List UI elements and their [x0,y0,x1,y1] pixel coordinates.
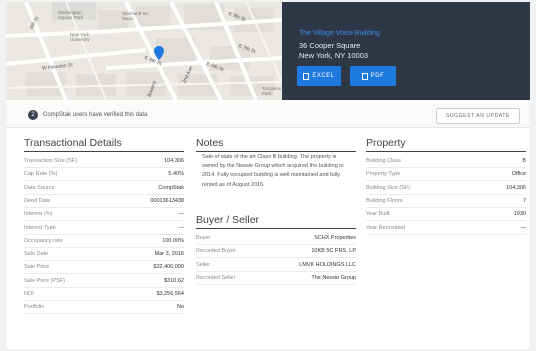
map-pin-icon[interactable] [154,46,164,60]
transactional-row-value: — [178,224,185,231]
transactional-row: Deed Date 00013613438 [24,195,184,208]
pdf-export-button[interactable]: PDF [350,66,396,86]
buyer-seller-row-label: Seller [196,261,211,268]
transactional-row-label: NOI [24,291,34,297]
pdf-icon [361,72,368,80]
location-map[interactable]: Washington Square Park Stenhardt Inc Mus… [6,2,282,100]
buyer-seller-divider [196,228,356,229]
map-label-tompkins: Tompkins Sq Park [262,86,282,96]
transactional-row-label: Sale Price (PSF) [24,277,65,284]
address-line1: 36 Cooper Square [299,41,361,50]
transactional-details-title: Transactional Details [24,137,122,149]
transactional-row: Portfolio No [24,301,184,315]
transactional-row-value: CompStak [158,184,184,191]
transactional-row-label: Sale Date [24,251,49,258]
map-label-washington-square: Washington Square Park [58,10,84,20]
buyer-seller-row: Recorded Buyer 10KB 5C PRS, LP [196,245,356,259]
excel-icon [303,72,310,80]
property-row-label: Building Class [366,158,401,164]
transactional-row: Occupancy rate 100.00% [24,235,184,248]
notes-title: Notes [196,137,224,149]
transactional-row-label: Data Source [24,184,55,191]
transactional-row-value: 104,306 [164,158,184,164]
property-row-value: 104,306 [506,184,526,191]
transactional-row-value: 00013613438 [150,197,184,204]
buyer-seller-row: Seller LMVK HOLDINGS LLC [196,259,356,272]
buyer-seller-row-label: Recorded Seller [196,274,236,281]
transactional-row: Sale Price $32,400,000 [24,261,184,275]
building-header: The Village Voice Building 36 Cooper Squ… [282,2,530,100]
transactional-row-label: Portfolio [24,304,45,311]
transactional-divider [24,151,184,152]
property-row-value: Office [511,171,526,178]
property-row-label: Property Type [366,171,401,178]
verification-bar: 2 CompStak users have verified this data… [6,103,530,128]
property-row: Property Type Office [366,168,526,182]
property-row: Building Class B [366,155,526,168]
transactional-row-value: 5.40% [168,171,184,178]
property-row: Building Floors 7 [366,195,526,208]
buyer-seller-row-value: The Nessie Group [311,274,356,281]
buyer-seller-row-value: LMVK HOLDINGS LLC [299,261,356,268]
transactional-row: Transaction Size (SF) 104,306 [24,155,184,168]
address-line2: New York, NY 10003 [299,51,369,60]
property-row-label: Year Renovated [366,224,406,231]
verified-text: CompStak users have verified this data [43,112,148,118]
property-row: Year Renovated — [366,222,526,235]
transactional-row: NOI $3,256,564 [24,288,184,301]
transactional-row-label: Deed Date [24,197,51,204]
transactional-row-label: Interest (%) [24,211,53,218]
transactional-row: Interest (%) — [24,208,185,222]
notes-text: Sale of state of the art Class B buildin… [202,154,344,188]
transactional-row-value: — [178,211,185,218]
transactional-row-value: 100.00% [162,237,184,244]
transactional-row-label: Sale Price [24,264,50,271]
excel-label: EXCEL [312,73,335,79]
buyer-seller-title: Buyer / Seller [196,214,260,226]
transactional-row-value: No [176,304,184,311]
property-row-value: — [520,224,527,231]
transactional-row-label: Transaction Size (SF) [24,158,77,164]
property-row-label: Year Built [366,211,390,218]
buyer-seller-row-label: Recorded Buyer [196,248,236,255]
pdf-label: PDF [370,73,385,79]
building-name[interactable]: The Village Voice Building [299,30,380,37]
notes-divider [196,151,356,152]
property-row: Year Built 1930 [366,208,526,222]
transactional-row-label: Interest Type [24,224,56,231]
transactional-row-value: $3,256,564 [156,291,184,297]
transactional-row-label: Cap Rate (%) [24,171,58,178]
transactional-row: Cap Rate (%) 5.40% [24,168,184,182]
property-row-value: 7 [522,197,526,204]
property-row-label: Building Size (SF) [366,184,411,191]
property-row: Building Size (SF) 104,306 [366,182,526,195]
map-label-nyu: New York University [70,32,90,42]
property-row-value: B [522,158,526,164]
transactional-row: Data Source CompStak [24,182,184,195]
buyer-seller-row: Buyer SCHX Properties [196,232,356,245]
transactional-row-value: Mar 3, 2016 [154,251,184,258]
transactional-row-label: Occupancy rate [24,237,63,244]
property-detail-card: Washington Square Park Stenhardt Inc Mus… [6,2,530,349]
transactional-row: Interest Type — [24,222,184,235]
buyer-seller-row-label: Buyer [196,235,211,241]
transactional-row-value: $310.62 [164,277,184,284]
buyer-seller-row: Recorded Seller The Nessie Group [196,272,356,285]
property-row-label: Building Floors [366,197,403,204]
property-divider [366,151,526,152]
buyer-seller-row-value: 10KB 5C PRS, LP [311,248,356,255]
property-title: Property [366,137,406,149]
excel-export-button[interactable]: EXCEL [297,66,341,86]
property-row-value: 1930 [513,211,526,218]
map-label-steinhardt: Stenhardt Inc Music [122,11,149,21]
verified-count-badge: 2 [28,110,38,120]
transactional-row-value: $32,400,000 [153,264,184,271]
buyer-seller-row-value: SCHX Properties [314,235,356,241]
transactional-row: Sale Price (PSF) $310.62 [24,275,184,288]
suggest-update-button[interactable]: SUGGEST AN UPDATE [436,108,520,124]
transactional-row: Sale Date Mar 3, 2016 [24,248,184,262]
